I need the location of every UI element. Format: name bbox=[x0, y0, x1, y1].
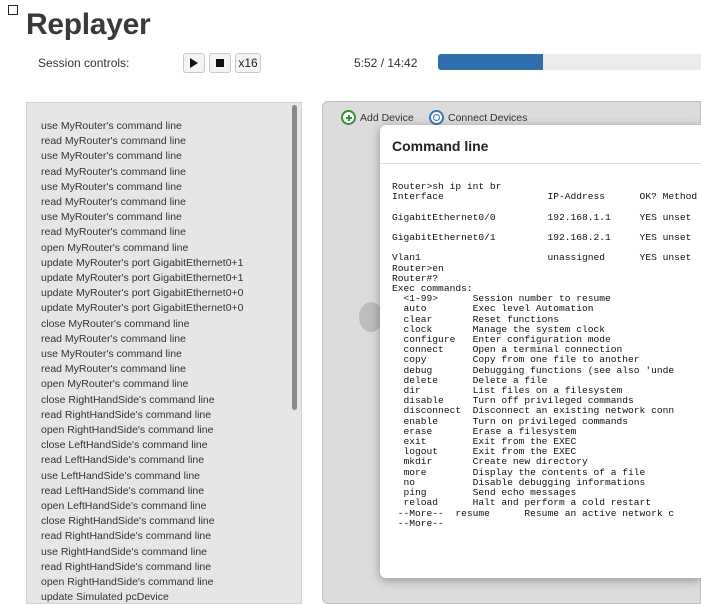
playback-progress-bar[interactable] bbox=[438, 54, 701, 70]
log-item[interactable]: open RightHandSide's command line bbox=[41, 423, 244, 438]
connect-devices-icon bbox=[429, 110, 444, 125]
event-log-list: use MyRouter's command line read MyRouter… bbox=[41, 119, 244, 603]
log-item[interactable]: update MyRouter's port GigabitEthernet0+… bbox=[41, 301, 244, 316]
log-item[interactable]: update MyRouter's port GigabitEthernet0+… bbox=[41, 271, 244, 286]
log-item[interactable]: open MyRouter's command line bbox=[41, 377, 244, 392]
log-item[interactable]: read MyRouter's command line bbox=[41, 134, 244, 149]
log-item[interactable]: use RightHandSide's command line bbox=[41, 545, 244, 560]
log-item[interactable]: use MyRouter's command line bbox=[41, 180, 244, 195]
play-icon bbox=[190, 58, 198, 68]
log-item[interactable]: read RightHandSide's command line bbox=[41, 529, 244, 544]
stop-icon bbox=[216, 59, 224, 67]
terminal-output[interactable]: Router>sh ip int br Interface IP-Address… bbox=[392, 181, 697, 529]
log-item[interactable]: open RightHandSide's command line bbox=[41, 575, 244, 590]
event-log-scrollbar[interactable] bbox=[292, 105, 297, 410]
dialog-divider bbox=[380, 163, 701, 164]
log-item[interactable]: update MyRouter's port GigabitEthernet0+… bbox=[41, 286, 244, 301]
command-line-dialog: Command line Router>sh ip int br Interfa… bbox=[380, 125, 701, 578]
log-item[interactable]: open LeftHandSide's command line bbox=[41, 499, 244, 514]
log-item[interactable]: update Simulated pcDevice bbox=[41, 590, 244, 603]
log-item[interactable]: update MyRouter's port GigabitEthernet0+… bbox=[41, 256, 244, 271]
log-item[interactable]: use MyRouter's command line bbox=[41, 210, 244, 225]
log-item[interactable]: read MyRouter's command line bbox=[41, 225, 244, 240]
add-device-label: Add Device bbox=[360, 111, 414, 124]
log-item[interactable]: close RightHandSide's command line bbox=[41, 514, 244, 529]
log-item[interactable]: read MyRouter's command line bbox=[41, 362, 244, 377]
log-item[interactable]: read MyRouter's command line bbox=[41, 332, 244, 347]
connect-devices-button[interactable]: Connect Devices bbox=[429, 110, 527, 125]
log-item[interactable]: use LeftHandSide's command line bbox=[41, 469, 244, 484]
log-item[interactable]: read LeftHandSide's command line bbox=[41, 453, 244, 468]
log-item[interactable]: read RightHandSide's command line bbox=[41, 560, 244, 575]
progress-fill bbox=[438, 54, 543, 70]
add-device-icon bbox=[341, 110, 356, 125]
log-item[interactable]: read MyRouter's command line bbox=[41, 165, 244, 180]
log-item[interactable]: use MyRouter's command line bbox=[41, 149, 244, 164]
add-device-button[interactable]: Add Device bbox=[341, 110, 414, 125]
session-controls-label: Session controls: bbox=[38, 56, 130, 70]
log-item[interactable]: open MyRouter's command line bbox=[41, 241, 244, 256]
page-title: Replayer bbox=[26, 8, 151, 41]
log-item[interactable]: close MyRouter's command line bbox=[41, 317, 244, 332]
log-item[interactable]: read LeftHandSide's command line bbox=[41, 484, 244, 499]
log-item[interactable]: read RightHandSide's command line bbox=[41, 408, 244, 423]
play-button[interactable] bbox=[183, 53, 205, 73]
playback-time: 5:52 / 14:42 bbox=[354, 56, 418, 70]
dialog-title: Command line bbox=[392, 138, 489, 154]
event-log-panel: use MyRouter's command line read MyRouter… bbox=[26, 102, 302, 604]
log-item[interactable]: read MyRouter's command line bbox=[41, 195, 244, 210]
speed-button[interactable]: x16 bbox=[235, 53, 261, 73]
window-corner-checkbox bbox=[8, 5, 18, 15]
stop-button[interactable] bbox=[209, 53, 231, 73]
log-item[interactable]: close LeftHandSide's command line bbox=[41, 438, 244, 453]
log-item[interactable]: close RightHandSide's command line bbox=[41, 393, 244, 408]
log-item[interactable]: use MyRouter's command line bbox=[41, 119, 244, 134]
log-item[interactable]: use MyRouter's command line bbox=[41, 347, 244, 362]
connect-devices-label: Connect Devices bbox=[448, 111, 528, 124]
